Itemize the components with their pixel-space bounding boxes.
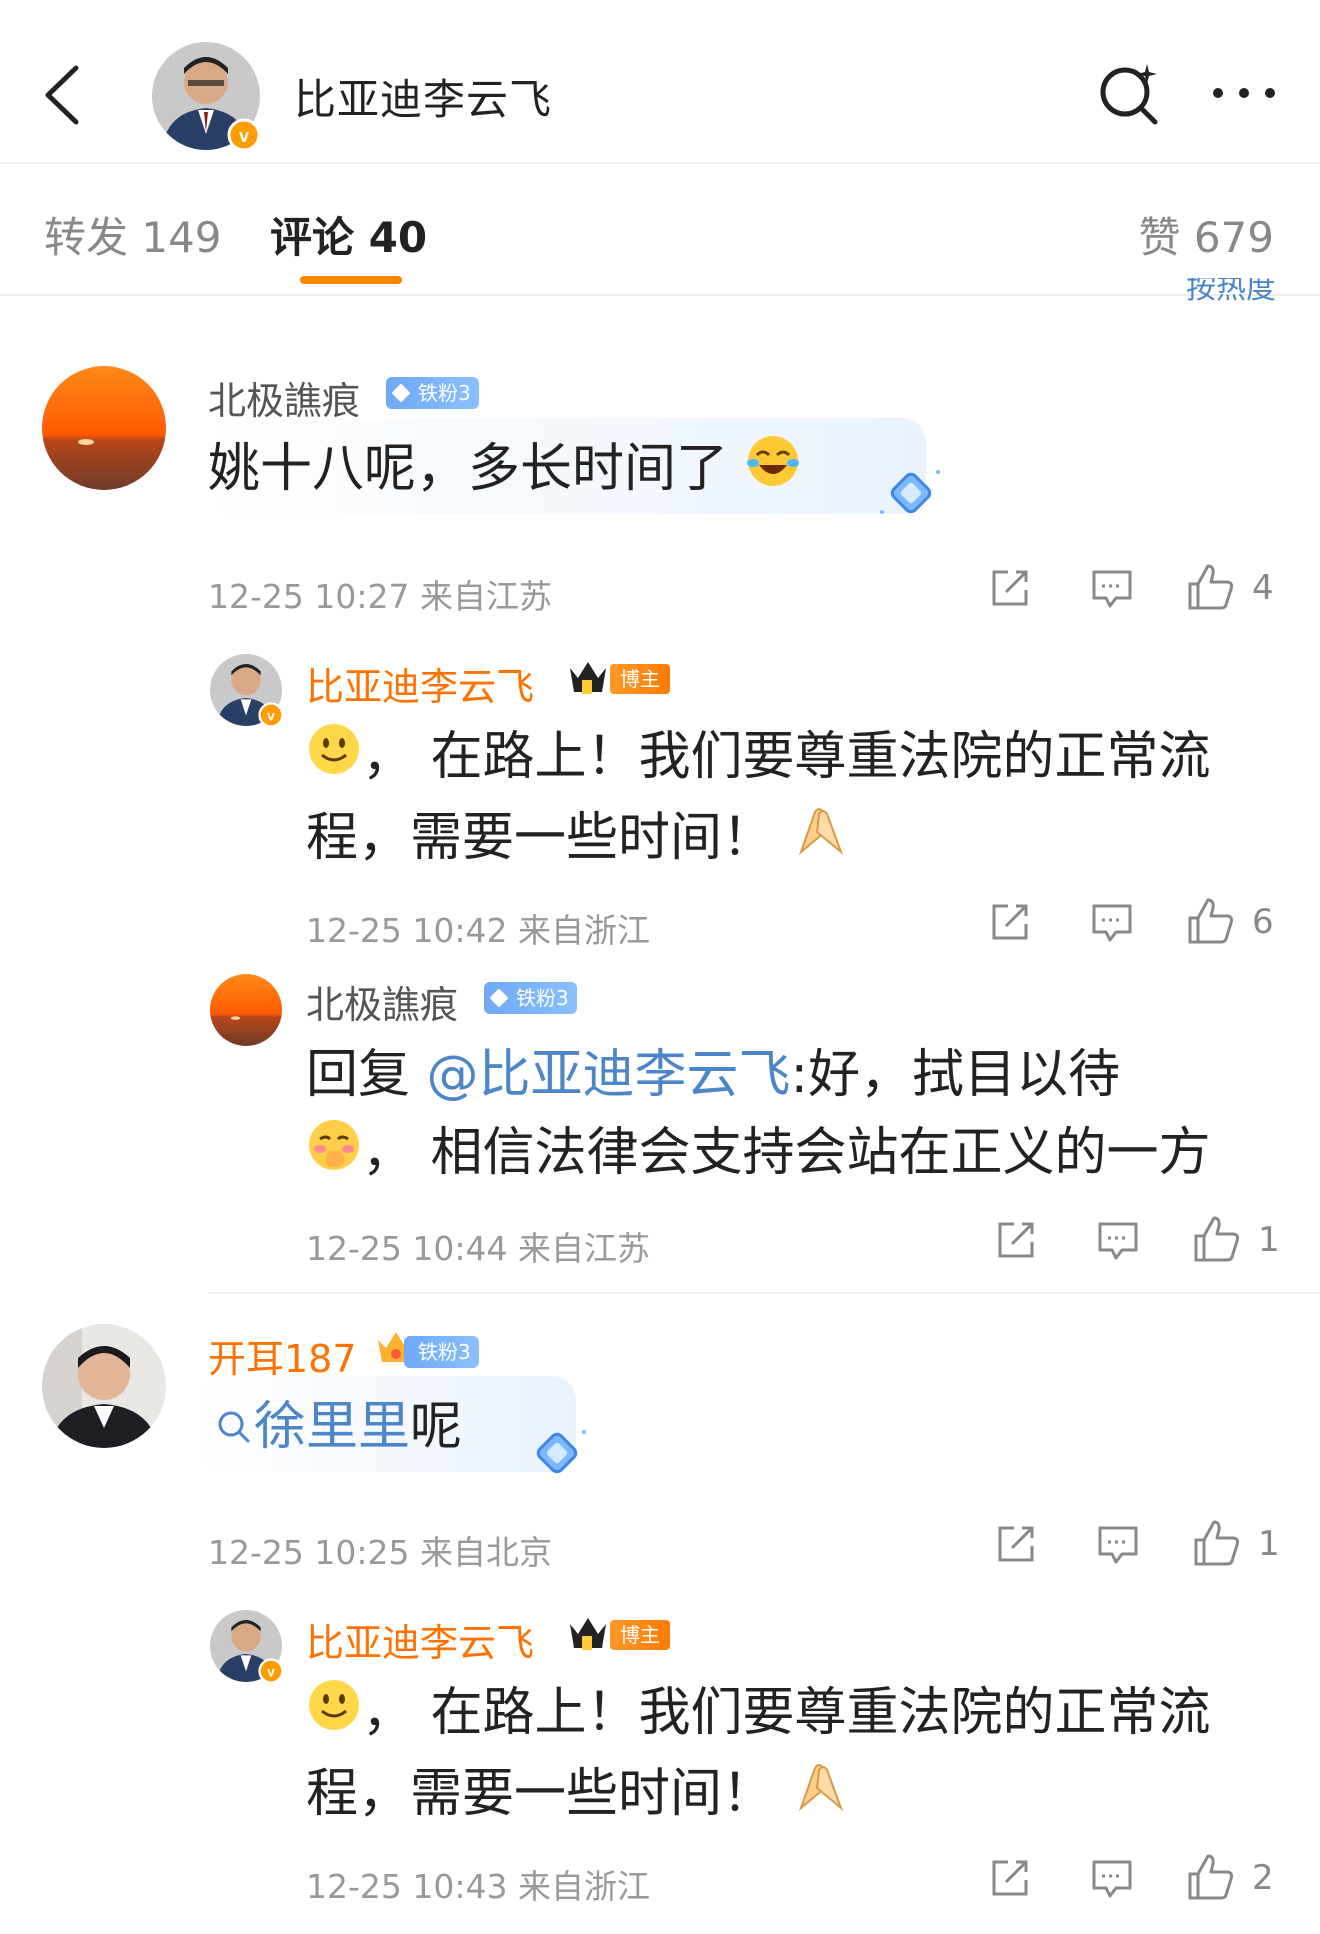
reply-icon[interactable] — [1096, 1218, 1140, 1262]
commenter-name[interactable]: 北极譙痕 — [306, 974, 458, 1029]
share-icon[interactable] — [994, 1522, 1038, 1566]
commenter-name[interactable]: 北极譙痕 — [208, 370, 360, 425]
reply-text-line2: 程，需要一些时间！ — [306, 1764, 775, 1824]
comment-text-body: 呢 — [410, 1397, 463, 1457]
comment-time-location: 12-25 10:42 来自浙江 — [306, 911, 650, 950]
like-count: 2 — [1252, 1858, 1274, 1898]
like-thumb-icon[interactable] — [1186, 1852, 1236, 1902]
reply-text-line1: ， 在路上！我们要尊重法院的正常流 — [362, 727, 1211, 787]
active-tab-indicator — [300, 276, 402, 284]
back-icon[interactable] — [34, 60, 94, 130]
search-topic-link[interactable]: 徐里里 — [254, 1397, 410, 1457]
laugh-cry-emoji-icon — [745, 433, 801, 511]
comment-divider — [208, 1292, 1320, 1294]
share-icon[interactable] — [988, 566, 1032, 610]
comment-text: ， 在路上！我们要尊重法院的正常流 程，需要一些时间！ — [306, 718, 1286, 880]
comment-text: ， 在路上！我们要尊重法院的正常流 程，需要一些时间！ — [306, 1674, 1286, 1836]
diamond-icon — [391, 383, 411, 403]
tab-repost[interactable]: 转发 149 — [44, 204, 222, 265]
crown-icon — [566, 658, 610, 698]
tab-like[interactable]: 赞 679 — [1138, 204, 1274, 265]
fan-badge-label: 铁粉3 — [516, 986, 569, 1010]
pray-hands-emoji-icon — [791, 802, 851, 880]
share-icon[interactable] — [994, 1218, 1038, 1262]
share-icon[interactable] — [988, 900, 1032, 944]
reply-text-line1: ， 在路上！我们要尊重法院的正常流 — [362, 1683, 1211, 1743]
like-thumb-icon[interactable] — [1186, 562, 1236, 612]
shy-blush-emoji-icon — [306, 1117, 362, 1195]
like-count: 6 — [1252, 902, 1274, 942]
verified-v-icon: v — [258, 702, 284, 732]
bubble-diamond-decoration-icon — [876, 462, 946, 528]
like-count: 1 — [1258, 1524, 1280, 1564]
author-name[interactable]: 比亚迪李云飞 — [294, 66, 552, 127]
like-thumb-icon[interactable] — [1192, 1214, 1242, 1264]
like-count: 1 — [1258, 1220, 1280, 1260]
like-thumb-icon[interactable] — [1186, 896, 1236, 946]
blogger-badge-label: 博主 — [610, 664, 670, 694]
reply-text-line1: :好，拭目以待 — [790, 1045, 1121, 1105]
smile-emoji-icon — [306, 721, 362, 799]
mention-link[interactable]: @比亚迪李云飞 — [427, 1045, 791, 1105]
smile-emoji-icon — [306, 1677, 362, 1755]
reply-icon[interactable] — [1096, 1522, 1140, 1566]
svg-text:v: v — [267, 708, 275, 723]
avatar[interactable] — [42, 1324, 166, 1448]
more-options-icon[interactable] — [1208, 78, 1280, 108]
fan-badge-label: 铁粉3 — [418, 381, 471, 405]
blogger-name[interactable]: 比亚迪李云飞 — [306, 656, 534, 711]
verified-v-icon: v — [258, 1658, 284, 1688]
reply-text-line2: ， 相信法律会支持会站在正义的一方 — [362, 1123, 1211, 1183]
diamond-icon — [489, 988, 509, 1008]
commenter-name[interactable]: 开耳187 — [208, 1328, 357, 1383]
comment-time-location: 12-25 10:43 来自浙江 — [306, 1867, 650, 1906]
svg-text:v: v — [267, 1664, 275, 1679]
crown-icon — [566, 1614, 610, 1654]
comment-time-location: 12-25 10:44 来自江苏 — [306, 1229, 650, 1268]
svg-text:v: v — [239, 126, 249, 146]
avatar[interactable] — [210, 974, 282, 1046]
comment-time-location: 12-25 10:25 来自北京 — [208, 1533, 552, 1572]
fan-level-badge: 铁粉3 — [386, 377, 479, 409]
post-tabs: 转发 149 评论 40 赞 679 — [0, 164, 1320, 296]
bubble-diamond-decoration-icon — [522, 1422, 592, 1488]
search-icon[interactable] — [1095, 58, 1165, 128]
search-small-icon — [214, 1391, 254, 1469]
pray-hands-emoji-icon — [791, 1758, 851, 1836]
fan-level-badge: 铁粉3 — [404, 1336, 479, 1368]
verified-v-icon: v — [227, 118, 261, 152]
fan-level-badge: 铁粉3 — [484, 982, 577, 1014]
comment-time-location: 12-25 10:27 来自江苏 — [208, 577, 552, 616]
fan-badge-label: 铁粉3 — [418, 1340, 471, 1364]
comment-text: 姚十八呢，多长时间了 — [208, 430, 801, 511]
like-thumb-icon[interactable] — [1192, 1518, 1242, 1568]
sort-by-hot-link[interactable]: 按热度 — [1186, 278, 1276, 302]
reply-icon[interactable] — [1090, 900, 1134, 944]
top-nav-bar: v 比亚迪李云飞 — [0, 0, 1320, 164]
comment-text: 徐里里呢 — [214, 1388, 462, 1469]
comment-text: 回复 @比亚迪李云飞:好，拭目以待 ， 相信法律会支持会站在正义的一方 — [306, 1036, 1296, 1195]
avatar[interactable] — [42, 366, 166, 490]
blogger-badge-label: 博主 — [610, 1620, 670, 1650]
comment-text-body: 姚十八呢，多长时间了 — [208, 439, 729, 499]
share-icon[interactable] — [988, 1856, 1032, 1900]
reply-text-line2: 程，需要一些时间！ — [306, 808, 775, 868]
reply-icon[interactable] — [1090, 566, 1134, 610]
tab-comment[interactable]: 评论 40 — [270, 204, 427, 265]
reply-icon[interactable] — [1090, 1856, 1134, 1900]
blogger-name[interactable]: 比亚迪李云飞 — [306, 1612, 534, 1667]
like-count: 4 — [1252, 568, 1274, 608]
reply-prefix: 回复 — [306, 1045, 427, 1105]
